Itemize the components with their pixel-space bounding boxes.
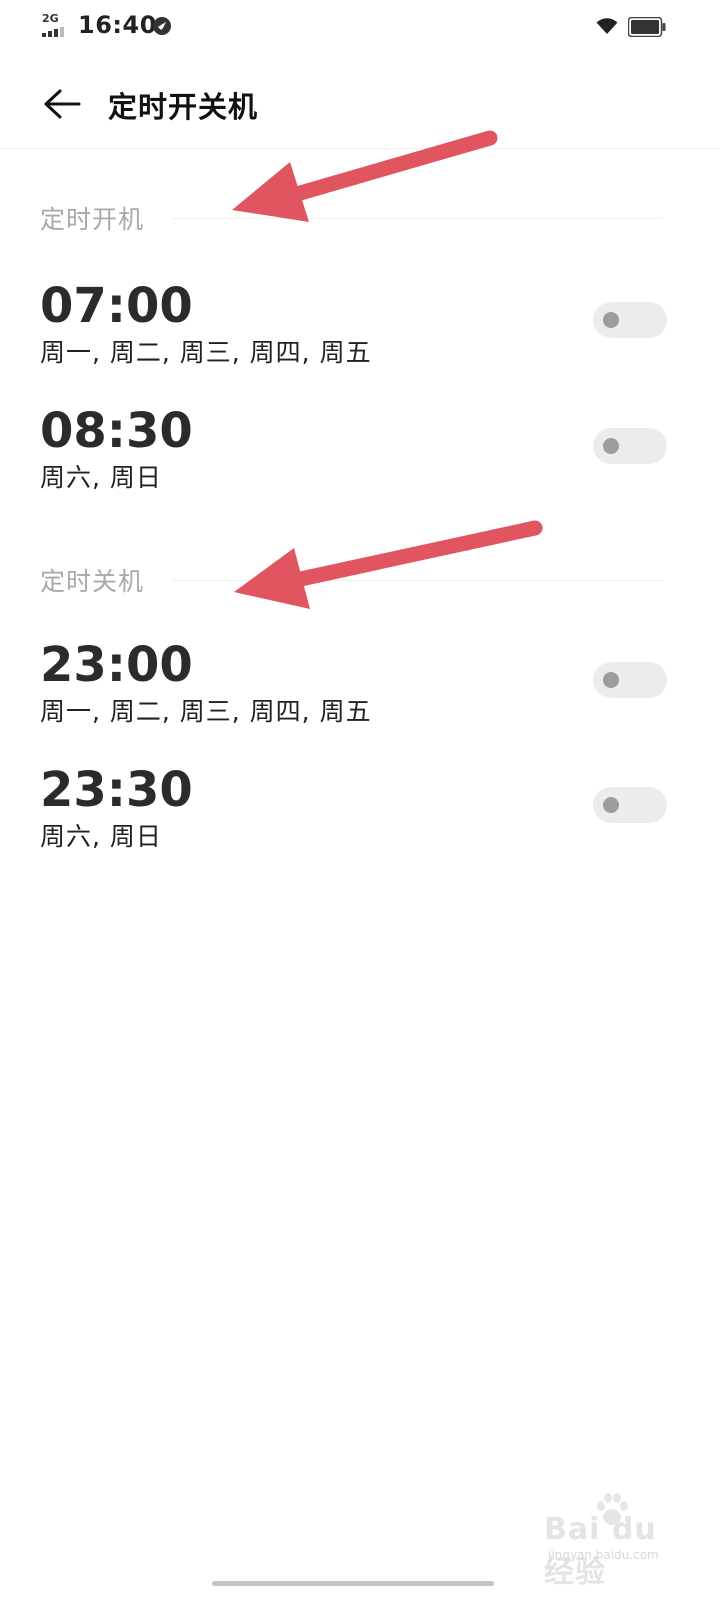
watermark: Bai du 经验 jingyan.baidu.com (540, 1490, 680, 1590)
section-header-power-off: 定时关机 (40, 562, 662, 602)
section-header-power-on: 定时开机 (40, 200, 662, 240)
section-divider (172, 218, 662, 219)
schedule-toggle[interactable] (593, 787, 667, 823)
schedule-toggle[interactable] (593, 302, 667, 338)
section-title: 定时关机 (40, 567, 145, 596)
schedule-days: 周六, 周日 (40, 463, 162, 492)
section-title: 定时开机 (40, 205, 145, 234)
schedule-row-power-on-1[interactable]: 07:00 周一, 周二, 周三, 周四, 周五 (0, 278, 720, 396)
toggle-knob (603, 797, 619, 813)
schedule-time: 23:00 (40, 637, 193, 693)
schedule-time: 07:00 (40, 278, 193, 334)
status-bar: 2G 16:40 (0, 0, 720, 56)
schedule-days: 周六, 周日 (40, 822, 162, 851)
toggle-knob (603, 438, 619, 454)
page-title: 定时开关机 (108, 90, 259, 124)
schedule-toggle[interactable] (593, 428, 667, 464)
signal-icon: 2G (42, 12, 72, 38)
app-bar: 定时开关机 (0, 64, 720, 149)
schedule-days: 周一, 周二, 周三, 周四, 周五 (40, 697, 372, 726)
toggle-knob (603, 672, 619, 688)
schedule-days: 周一, 周二, 周三, 周四, 周五 (40, 338, 372, 367)
battery-icon (628, 17, 666, 37)
arrow-left-icon (44, 89, 81, 119)
schedule-time: 08:30 (40, 403, 193, 459)
network-type: 2G (42, 12, 59, 25)
schedule-time: 23:30 (40, 762, 193, 818)
schedule-toggle[interactable] (593, 662, 667, 698)
status-time: 16:40 (78, 11, 157, 39)
watermark-url: jingyan.baidu.com (548, 1548, 659, 1562)
toggle-knob (603, 312, 619, 328)
section-divider (172, 580, 662, 581)
schedule-row-power-off-1[interactable]: 23:00 周一, 周二, 周三, 周四, 周五 (0, 637, 720, 755)
schedule-row-power-off-2[interactable]: 23:30 周六, 周日 (0, 762, 720, 880)
back-button[interactable] (38, 82, 86, 130)
home-indicator[interactable] (212, 1581, 494, 1586)
vpn-icon (153, 17, 171, 35)
wifi-icon (596, 18, 618, 34)
schedule-row-power-on-2[interactable]: 08:30 周六, 周日 (0, 403, 720, 521)
